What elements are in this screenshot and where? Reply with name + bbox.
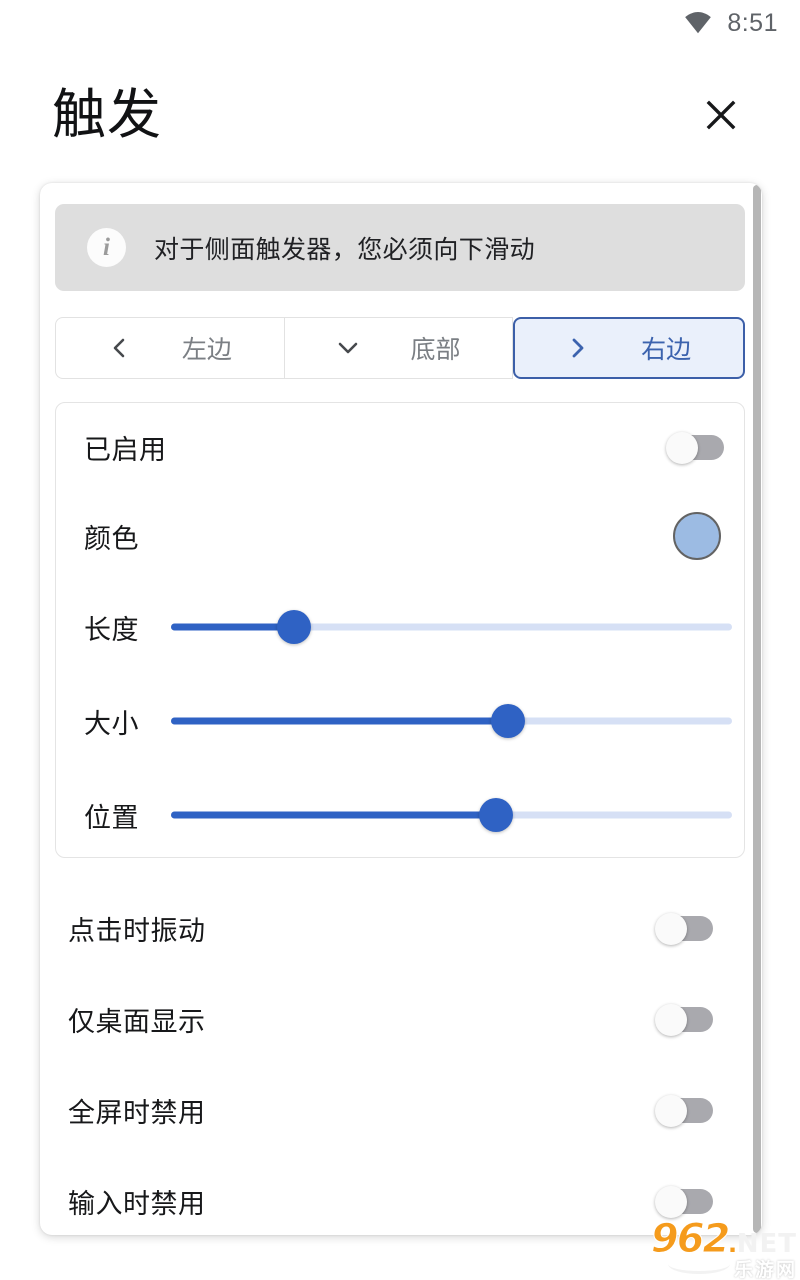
slider-length[interactable] [171,610,732,644]
toggle-thumb [655,913,687,945]
row-desktop-only[interactable]: 仅桌面显示 [55,989,745,1049]
segment-right-label: 右边 [641,336,692,364]
slider-size[interactable] [171,704,732,738]
toggle-disable-keyboard[interactable] [655,1186,713,1218]
slider-thumb[interactable] [479,798,514,832]
color-swatch-button[interactable] [673,512,721,560]
chevron-down-icon [337,337,359,359]
row-disable-keyboard-label: 输入时禁用 [68,1188,206,1219]
segment-right[interactable]: 右边 [513,317,746,379]
segment-bottom-label: 底部 [410,336,461,364]
row-vibrate-on-touch[interactable]: 点击时振动 [55,898,745,958]
toggle-disable-fullscreen[interactable] [655,1095,713,1127]
status-bar-clock: 8:51 [727,8,778,37]
slider-position[interactable] [171,798,732,832]
row-disable-fullscreen-label: 全屏时禁用 [68,1097,206,1128]
row-color-label: 颜色 [84,523,139,554]
info-banner-text: 对于侧面触发器，您必须向下滑动 [154,235,536,264]
status-bar: 8:51 [0,0,800,46]
slider-fill [171,623,295,631]
edge-segmented-control: 左边 底部 右边 [55,317,746,379]
page-header: 触发 [0,60,800,170]
scroll-area: i 对于侧面触发器，您必须向下滑动 左边 底部 右边 已启用 颜色 长度 大小 … [40,183,762,1235]
segment-left[interactable]: 左边 [55,317,284,379]
settings-card: i 对于侧面触发器，您必须向下滑动 左边 底部 右边 已启用 颜色 长度 大小 … [40,183,762,1235]
slider-fill [171,717,508,725]
toggle-thumb [655,1004,687,1036]
info-banner: i 对于侧面触发器，您必须向下滑动 [55,204,745,291]
slider-fill [171,811,497,819]
chevron-left-icon [108,337,130,359]
row-slider-length: 长度 [56,597,746,657]
trigger-settings-card: 已启用 颜色 长度 大小 位置 [55,402,745,858]
watermark-chinese: 乐游网 [733,1260,797,1280]
info-icon: i [87,228,126,267]
page-title: 触发 [52,85,162,145]
segment-left-label: 左边 [181,336,232,364]
row-enabled-label: 已启用 [84,434,167,465]
wifi-icon [683,12,713,34]
close-icon [701,95,741,135]
toggle-thumb [666,432,698,464]
chevron-right-icon [567,337,589,359]
toggle-thumb [655,1186,687,1218]
row-enabled: 已启用 [56,417,746,477]
row-vibrate-on-touch-label: 点击时振动 [68,915,206,946]
row-color: 颜色 [56,506,746,566]
row-disable-fullscreen[interactable]: 全屏时禁用 [55,1080,745,1140]
toggle-desktop-only[interactable] [655,1004,713,1036]
row-slider-size: 大小 [56,691,746,751]
row-disable-keyboard[interactable]: 输入时禁用 [55,1171,745,1231]
slider-thumb[interactable] [277,610,312,644]
scrollbar-thumb[interactable] [753,185,761,1233]
toggle-thumb [655,1095,687,1127]
segment-bottom[interactable]: 底部 [283,317,514,379]
row-slider-size-label: 大小 [84,708,139,739]
row-slider-position: 位置 [56,785,746,845]
row-desktop-only-label: 仅桌面显示 [68,1006,206,1037]
app-root: 8:51 触发 i 对于侧面触发器，您必须向下滑动 左边 底部 右边 已启用 颜… [0,0,800,1280]
slider-thumb[interactable] [490,704,525,738]
toggle-vibrate-on-touch[interactable] [655,913,713,945]
close-button[interactable] [694,88,748,142]
watermark-swoosh-icon [667,1264,730,1274]
toggle-enabled[interactable] [666,432,724,464]
scrollbar[interactable] [753,183,762,1235]
row-slider-length-label: 长度 [84,614,139,645]
row-slider-position-label: 位置 [84,802,139,833]
